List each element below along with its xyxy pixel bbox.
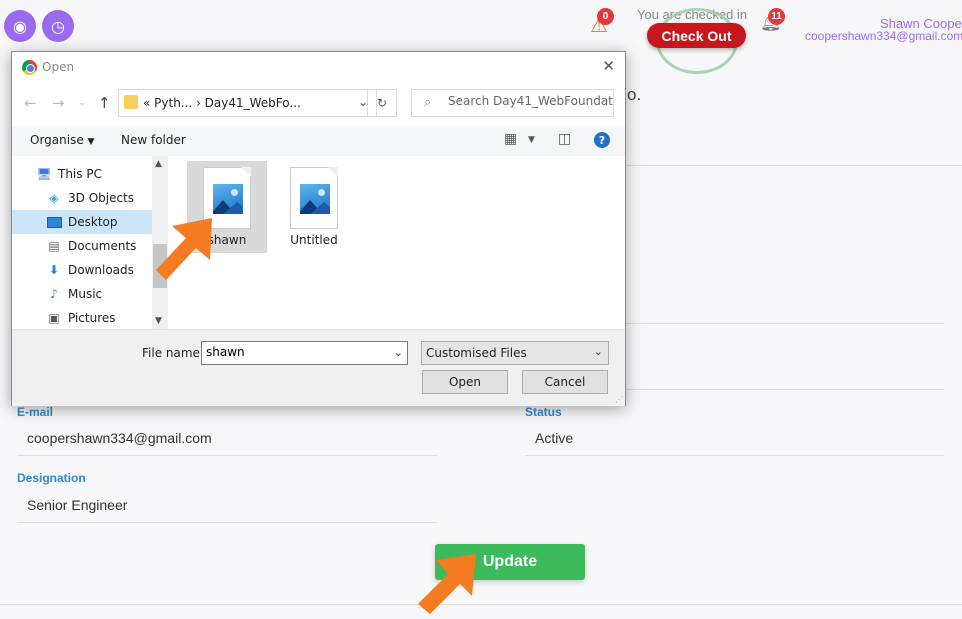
- dialog-footer: File name: ⌄ Customised Files ⌄ Open Can…: [12, 329, 625, 406]
- nav-item-label: Pictures: [68, 311, 116, 325]
- image-file-icon: [290, 167, 338, 229]
- organise-label: Organise: [30, 133, 84, 147]
- computer-icon: 🖥︎: [36, 167, 52, 181]
- close-icon[interactable]: ✕: [602, 57, 615, 75]
- pointer-arrow-icon: [418, 554, 476, 614]
- dialog-titlebar[interactable]: Open ✕: [12, 52, 625, 82]
- back-icon[interactable]: ←: [24, 94, 37, 112]
- file-name-label: File name:: [142, 346, 204, 360]
- file-name: Untitled: [290, 233, 338, 247]
- view-dropdown-icon[interactable]: ▼: [528, 135, 535, 145]
- search-icon: ⌕: [424, 95, 432, 110]
- preview-pane-icon[interactable]: ◫: [558, 131, 571, 147]
- folder-icon: [124, 95, 138, 109]
- navigation-pane: 🖥︎ This PC ◈ 3D Objects Desktop ▤ Docume…: [12, 156, 152, 329]
- designation-field[interactable]: Senior Engineer: [17, 488, 437, 523]
- music-icon: ♪: [50, 287, 58, 301]
- email-field[interactable]: coopershawn334@gmail.com: [17, 421, 437, 456]
- organise-menu[interactable]: Organise ▼: [30, 133, 94, 147]
- warning-badge: 0: [597, 8, 614, 25]
- search-box[interactable]: ⌕: [411, 89, 614, 117]
- dialog-toolbar: Organise ▼ New folder ▦ ▼ ◫ ?: [12, 126, 625, 156]
- help-icon[interactable]: ?: [594, 132, 610, 148]
- nav-item-pictures[interactable]: ▣ Pictures: [12, 306, 152, 330]
- refresh-icon[interactable]: ↻: [367, 89, 397, 117]
- nav-item-label: Documents: [68, 239, 137, 253]
- new-folder-button[interactable]: New folder: [121, 133, 186, 147]
- search-input[interactable]: [448, 94, 613, 108]
- field-underline: [626, 323, 944, 324]
- cancel-button[interactable]: Cancel: [522, 370, 608, 394]
- pointer-arrow-icon: [156, 218, 212, 280]
- field-underline: [626, 389, 944, 390]
- forward-icon[interactable]: →: [52, 94, 65, 112]
- nav-item-downloads[interactable]: ⬇ Downloads: [12, 258, 152, 282]
- status-label: Status: [525, 405, 562, 419]
- nav-item-3d-objects[interactable]: ◈ 3D Objects: [12, 186, 152, 210]
- view-options-icon[interactable]: ▦: [504, 131, 517, 147]
- file-type-value: Customised Files: [426, 346, 527, 360]
- status-field[interactable]: Active: [525, 421, 944, 456]
- eye-icon[interactable]: ◉: [4, 10, 36, 42]
- address-row: ← → ⌄ ↑ « Pyth... › Day41_WebFo... ⌄ ↻ ⌕: [12, 88, 625, 118]
- dialog-title: Open: [42, 60, 75, 74]
- nav-item-this-pc[interactable]: 🖥︎ This PC: [12, 162, 152, 186]
- chevron-down-icon: ⌄: [593, 345, 603, 358]
- user-email: coopershawn334@gmail.com: [805, 29, 962, 43]
- clock-icon[interactable]: ◷: [42, 10, 74, 42]
- dropdown-arrow-icon: ▼: [87, 137, 95, 147]
- nav-item-label: 3D Objects: [68, 191, 135, 205]
- address-bar[interactable]: « Pyth... › Day41_WebFo... ⌄: [118, 89, 377, 117]
- file-name-field[interactable]: ⌄: [201, 341, 408, 365]
- cube-icon: ◈: [49, 191, 59, 205]
- resize-grip-icon[interactable]: ⋰: [615, 395, 623, 404]
- chrome-icon: [22, 60, 37, 75]
- scroll-down-icon[interactable]: ▼: [155, 316, 162, 326]
- address-path: « Pyth... › Day41_WebFo...: [143, 96, 301, 110]
- nav-item-music[interactable]: ♪ Music: [12, 282, 152, 306]
- up-icon[interactable]: ↑: [98, 94, 111, 112]
- nav-item-desktop[interactable]: Desktop: [12, 210, 152, 234]
- partial-heading: o.: [627, 85, 642, 104]
- notification-badge: 11: [768, 8, 785, 25]
- download-icon: ⬇: [48, 263, 60, 277]
- nav-item-label: Music: [68, 287, 103, 301]
- nav-item-documents[interactable]: ▤ Documents: [12, 234, 152, 258]
- file-name-input[interactable]: [206, 345, 386, 359]
- email-label: E-mail: [17, 405, 54, 419]
- divider: [626, 165, 962, 166]
- file-type-select[interactable]: Customised Files ⌄: [421, 341, 609, 365]
- recent-locations-icon[interactable]: ⌄: [78, 98, 86, 108]
- chevron-down-icon[interactable]: ⌄: [394, 346, 403, 359]
- file-list: shawn Untitled: [172, 156, 626, 329]
- designation-label: Designation: [17, 471, 86, 485]
- desktop-icon: [46, 215, 62, 229]
- scroll-up-icon[interactable]: ▲: [155, 159, 162, 169]
- nav-item-label: This PC: [58, 167, 102, 181]
- documents-icon: ▤: [48, 239, 60, 253]
- file-open-dialog: Open ✕ ← → ⌄ ↑ « Pyth... › Day41_WebFo..…: [11, 51, 626, 406]
- checkout-button[interactable]: Check Out: [647, 23, 746, 48]
- file-item-untitled[interactable]: Untitled: [274, 161, 354, 253]
- nav-item-label: Downloads: [68, 263, 134, 277]
- pictures-icon: ▣: [48, 311, 60, 325]
- nav-item-label: Desktop: [68, 215, 118, 229]
- open-button[interactable]: Open: [422, 370, 508, 394]
